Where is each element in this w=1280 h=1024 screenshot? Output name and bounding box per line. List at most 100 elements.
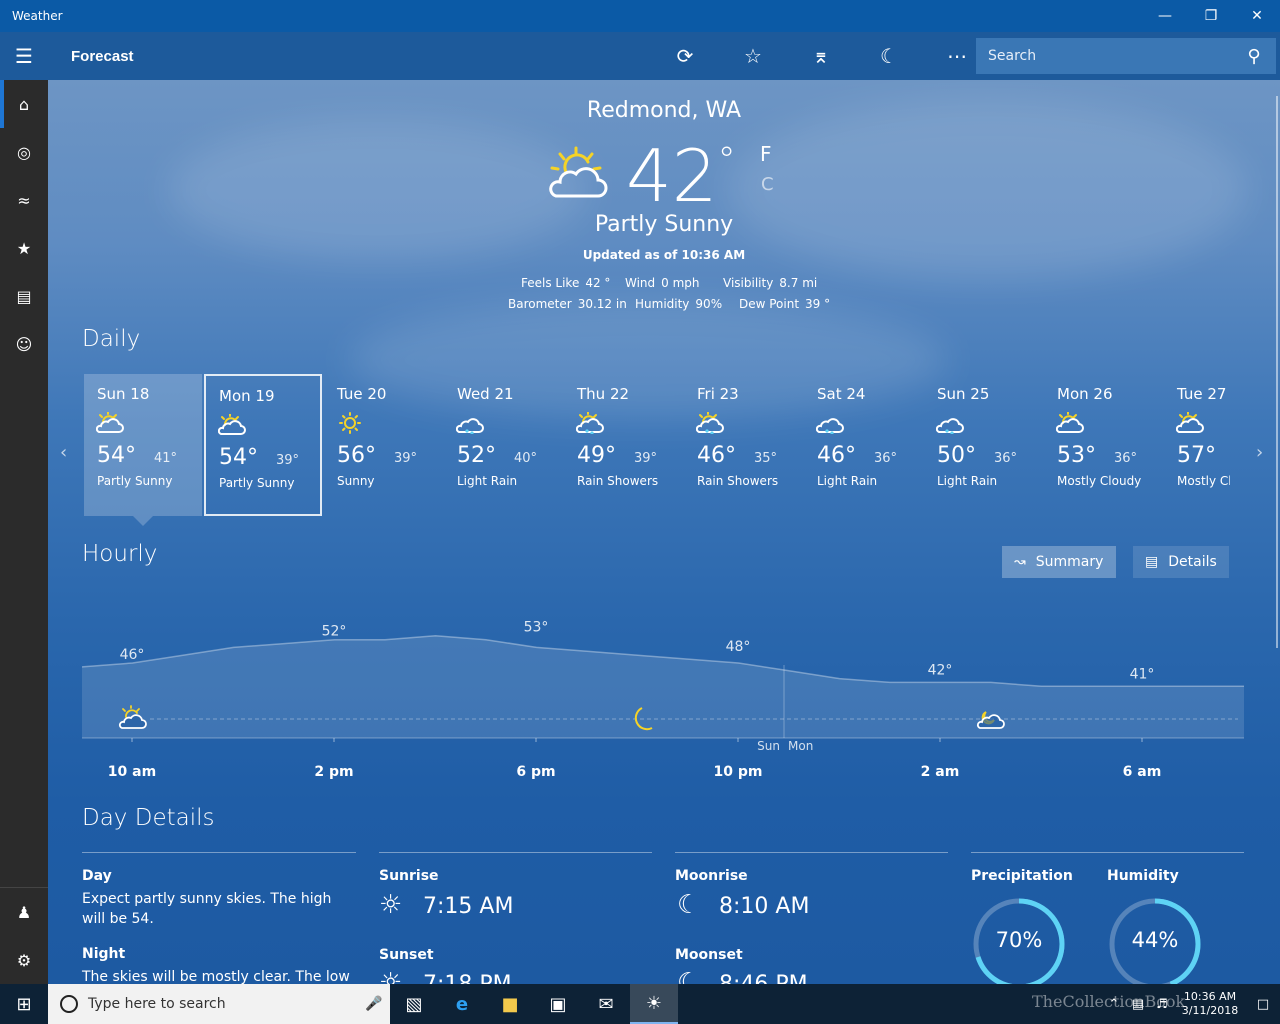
rain-showers-icon [576,412,604,434]
sunset-time: 7:18 PM [423,972,512,984]
day-condition: Light Rain [937,474,998,488]
day-name: Thu 22 [577,385,630,403]
mail-icon[interactable]: ✉ [582,984,630,1024]
daily-card[interactable]: Tue 2757°40°Mostly Cloudy [1164,374,1230,516]
daily-card[interactable]: Thu 22 49° 39° Rain Showers [564,374,682,516]
nav-news-icon[interactable]: ▤ [0,272,48,320]
unit-fahrenheit-toggle[interactable]: F [760,142,772,166]
restore-icon[interactable]: ❐ [1188,0,1234,32]
stat-label: Dew Point [739,297,800,311]
favorite-star-icon[interactable]: ☆ [719,32,787,80]
day-low-temp: 35° [754,451,778,466]
unit-celsius-toggle[interactable]: C [761,174,774,195]
summary-label: Summary [1035,554,1104,570]
document-icon: ▤ [1145,554,1159,570]
day-condition: Mostly Cloudy [1057,474,1142,488]
sunrise-icon: ☼ [379,890,403,920]
close-icon[interactable]: ✕ [1234,0,1280,32]
dark-mode-moon-icon[interactable]: ☾ [855,32,923,80]
rain-icon [456,418,484,434]
day-condition: Rain Showers [577,474,659,488]
nav-account-icon[interactable]: ♟ [0,888,48,936]
sunset-label: Sunset [379,947,434,963]
day-condition: Rain Showers [697,474,779,488]
sunrise-label: Sunrise [379,868,439,884]
details-view-button[interactable]: ▤ Details [1133,546,1229,578]
precipitation-value: 70% [995,928,1043,952]
pin-icon[interactable]: ⌆ [787,32,855,80]
day-condition: Sunny [337,474,375,488]
windows-start-icon[interactable]: ⊞ [0,984,48,1024]
rain-showers-icon [696,412,724,434]
hour-tick-label: 10 pm [713,764,763,780]
hourly-temp-label: 41° [1130,666,1155,682]
store-icon[interactable]: ▣ [534,984,582,1024]
stat-value: 90% [695,297,723,311]
hamburger-menu-icon[interactable]: ☰ [0,32,48,80]
nav-feedback-smiley-icon[interactable]: ☺ [0,320,48,368]
daily-card[interactable]: Sun 25 50° 36° Light Rain [924,374,1042,516]
daily-prev-arrow-icon[interactable]: ‹ [60,442,67,463]
rain-icon [816,418,844,434]
day-name: Sun 25 [937,385,990,403]
day-high-temp: 46° [697,443,736,468]
night-label: Night [82,946,126,962]
stat-value: 42 ° [585,276,611,290]
day-condition: Partly Sunny [219,476,295,490]
column-divider [675,852,948,853]
day-condition: Partly Sunny [97,474,173,488]
daily-card[interactable]: Fri 23 46° 35° Rain Showers [684,374,802,516]
day-details-heading: Day Details [82,805,215,831]
minimize-icon[interactable]: — [1142,0,1188,32]
hourly-temp-label: 42° [928,662,953,678]
daily-card[interactable]: Mon 19 54° 39° Partly Sunny [204,374,322,516]
file-explorer-icon[interactable]: ■ [486,984,534,1024]
stat-humidity: Humidity 90% [635,297,722,311]
day-divider-label: Mon [788,739,813,753]
moonrise-time: 8:10 AM [719,894,810,919]
stat-label: Wind [625,276,656,290]
nav-forecast-home-icon[interactable]: ⌂ [0,80,48,128]
stat-label: Feels Like [521,276,580,290]
day-name: Sun 18 [97,385,150,403]
details-label: Details [1168,554,1217,570]
daily-card[interactable]: Tue 20 56° 39° Sunny [324,374,442,516]
nav-settings-gear-icon[interactable]: ⚙ [0,936,48,984]
day-name: Mon 19 [219,387,275,405]
hour-tick-label: 6 pm [516,764,556,780]
moonrise-icon: ☾ [677,890,701,920]
microphone-icon[interactable]: 🎤 [358,996,390,1012]
command-bar: ☰ Forecast ⟳ ☆ ⌆ ☾ ⋯ ⚲ [0,32,1280,80]
hour-tick-label: 10 am [107,764,157,780]
degree-symbol: ° [717,140,736,181]
daily-card[interactable]: Mon 26 53° 36° Mostly Cloudy [1044,374,1162,516]
stat-dew-point: Dew Point 39 ° [739,297,830,311]
daily-card[interactable]: Wed 21 52° 40° Light Rain [444,374,562,516]
nav-places-star-icon[interactable]: ★ [0,224,48,272]
nav-historical-chart-icon[interactable]: ≈ [0,176,48,224]
search-icon[interactable]: ⚲ [1236,46,1272,67]
vertical-scrollbar[interactable] [1276,96,1278,648]
refresh-icon[interactable]: ⟳ [651,32,719,80]
hour-tick-label: 6 am [1122,764,1162,780]
page-title: Forecast [71,47,134,65]
day-high-temp: 57° [1177,443,1216,468]
nav-maps-radar-icon[interactable]: ◎ [0,128,48,176]
daily-next-arrow-icon[interactable]: › [1256,442,1263,463]
weather-app-icon[interactable]: ☀ [630,984,678,1024]
action-center-icon[interactable]: □ [1246,997,1280,1012]
daily-card[interactable]: Sat 24 46° 36° Light Rain [804,374,922,516]
day-label: Day [82,868,112,884]
nav-bottom-group: ♟ ⚙ [0,887,48,984]
sunny-icon [339,412,361,434]
summary-view-button[interactable]: ↝ Summary [1002,546,1116,578]
edge-browser-icon[interactable]: e [438,984,486,1024]
day-low-temp: 41° [154,451,178,466]
task-view-icon[interactable]: ▧ [390,984,438,1024]
day-high-temp: 46° [817,443,856,468]
cortana-icon [60,995,78,1013]
search-input[interactable] [976,48,1236,64]
forecast-content: Redmond, WA 42° F C Partly Sunny Updated… [48,80,1280,984]
daily-card[interactable]: Sun 18 54° 41° Partly Sunny [84,374,202,516]
taskbar-search-box[interactable]: Type here to search 🎤 [48,984,390,1024]
